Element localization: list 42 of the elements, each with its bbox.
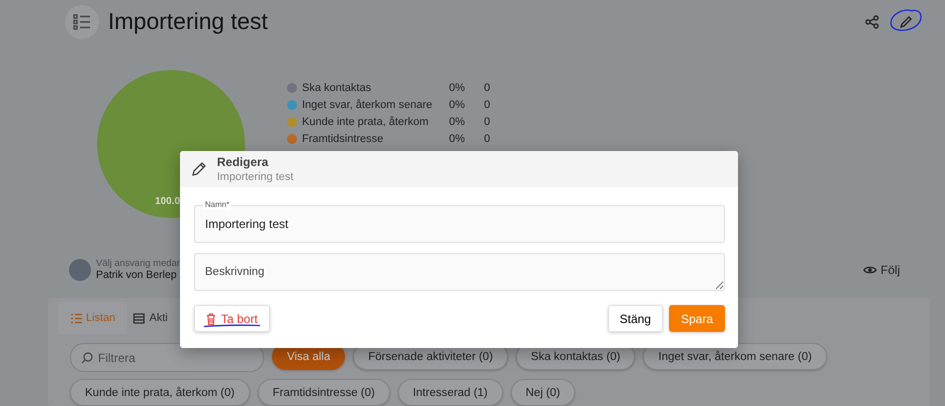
delete-button[interactable]: Ta bort bbox=[194, 305, 270, 332]
save-button[interactable]: Spara bbox=[668, 305, 725, 332]
edit-icon[interactable] bbox=[899, 14, 913, 28]
filter-chip[interactable]: Framtidsintresse (0) bbox=[258, 379, 390, 406]
legend-label: Ska kontaktas bbox=[302, 82, 372, 94]
dialog-title: Redigera bbox=[217, 155, 270, 169]
legend-label: Inget svar, återkom senare bbox=[302, 98, 434, 110]
legend-percent: 0% bbox=[449, 82, 466, 94]
legend-percent: 0% bbox=[449, 132, 466, 144]
list-icon bbox=[70, 312, 82, 324]
description-field[interactable]: Beskrivning bbox=[194, 253, 725, 291]
pen-circle-annotation bbox=[889, 8, 923, 34]
owner-name[interactable]: Patrik von Berlep bbox=[96, 269, 180, 281]
filter-chip[interactable]: Kunde inte prata, återkom (0) bbox=[70, 379, 250, 406]
filter-chip[interactable]: Nej (0) bbox=[510, 379, 576, 406]
trash-icon bbox=[206, 312, 216, 324]
dialog-subtitle: Importering test bbox=[217, 171, 294, 183]
list-icon[interactable] bbox=[65, 4, 99, 38]
share-icon[interactable] bbox=[865, 14, 879, 28]
close-button[interactable]: Stäng bbox=[608, 305, 663, 332]
slice-label: 100.0 bbox=[155, 196, 180, 207]
table-icon bbox=[133, 312, 146, 324]
filter-chip[interactable]: Intresserad (1) bbox=[398, 379, 503, 406]
legend-label: Kunde inte prata, återkom bbox=[302, 116, 430, 128]
eye-icon bbox=[862, 264, 877, 274]
legend-count: 0 bbox=[484, 82, 490, 94]
page-title: Importering test bbox=[108, 8, 268, 35]
legend-count: 0 bbox=[484, 116, 490, 128]
tab[interactable]: Akti bbox=[127, 302, 174, 334]
legend-count: 0 bbox=[484, 132, 490, 144]
follow-button[interactable]: Följ bbox=[862, 262, 900, 276]
filter-field[interactable]: Filtrera bbox=[70, 343, 264, 372]
filter-chip[interactable]: Inget svar, återkom senare (0) bbox=[643, 343, 827, 370]
legend-percent: 0% bbox=[449, 98, 466, 110]
pencil-icon bbox=[191, 161, 207, 177]
avatar bbox=[69, 258, 91, 280]
legend-percent: 0% bbox=[449, 116, 466, 128]
legend-count: 0 bbox=[484, 98, 490, 110]
legend-label: Framtidsintresse bbox=[302, 132, 384, 144]
owner-label: Välj ansvarig medar bbox=[96, 258, 180, 269]
search-icon bbox=[81, 352, 93, 364]
underline-annotation bbox=[203, 324, 261, 328]
